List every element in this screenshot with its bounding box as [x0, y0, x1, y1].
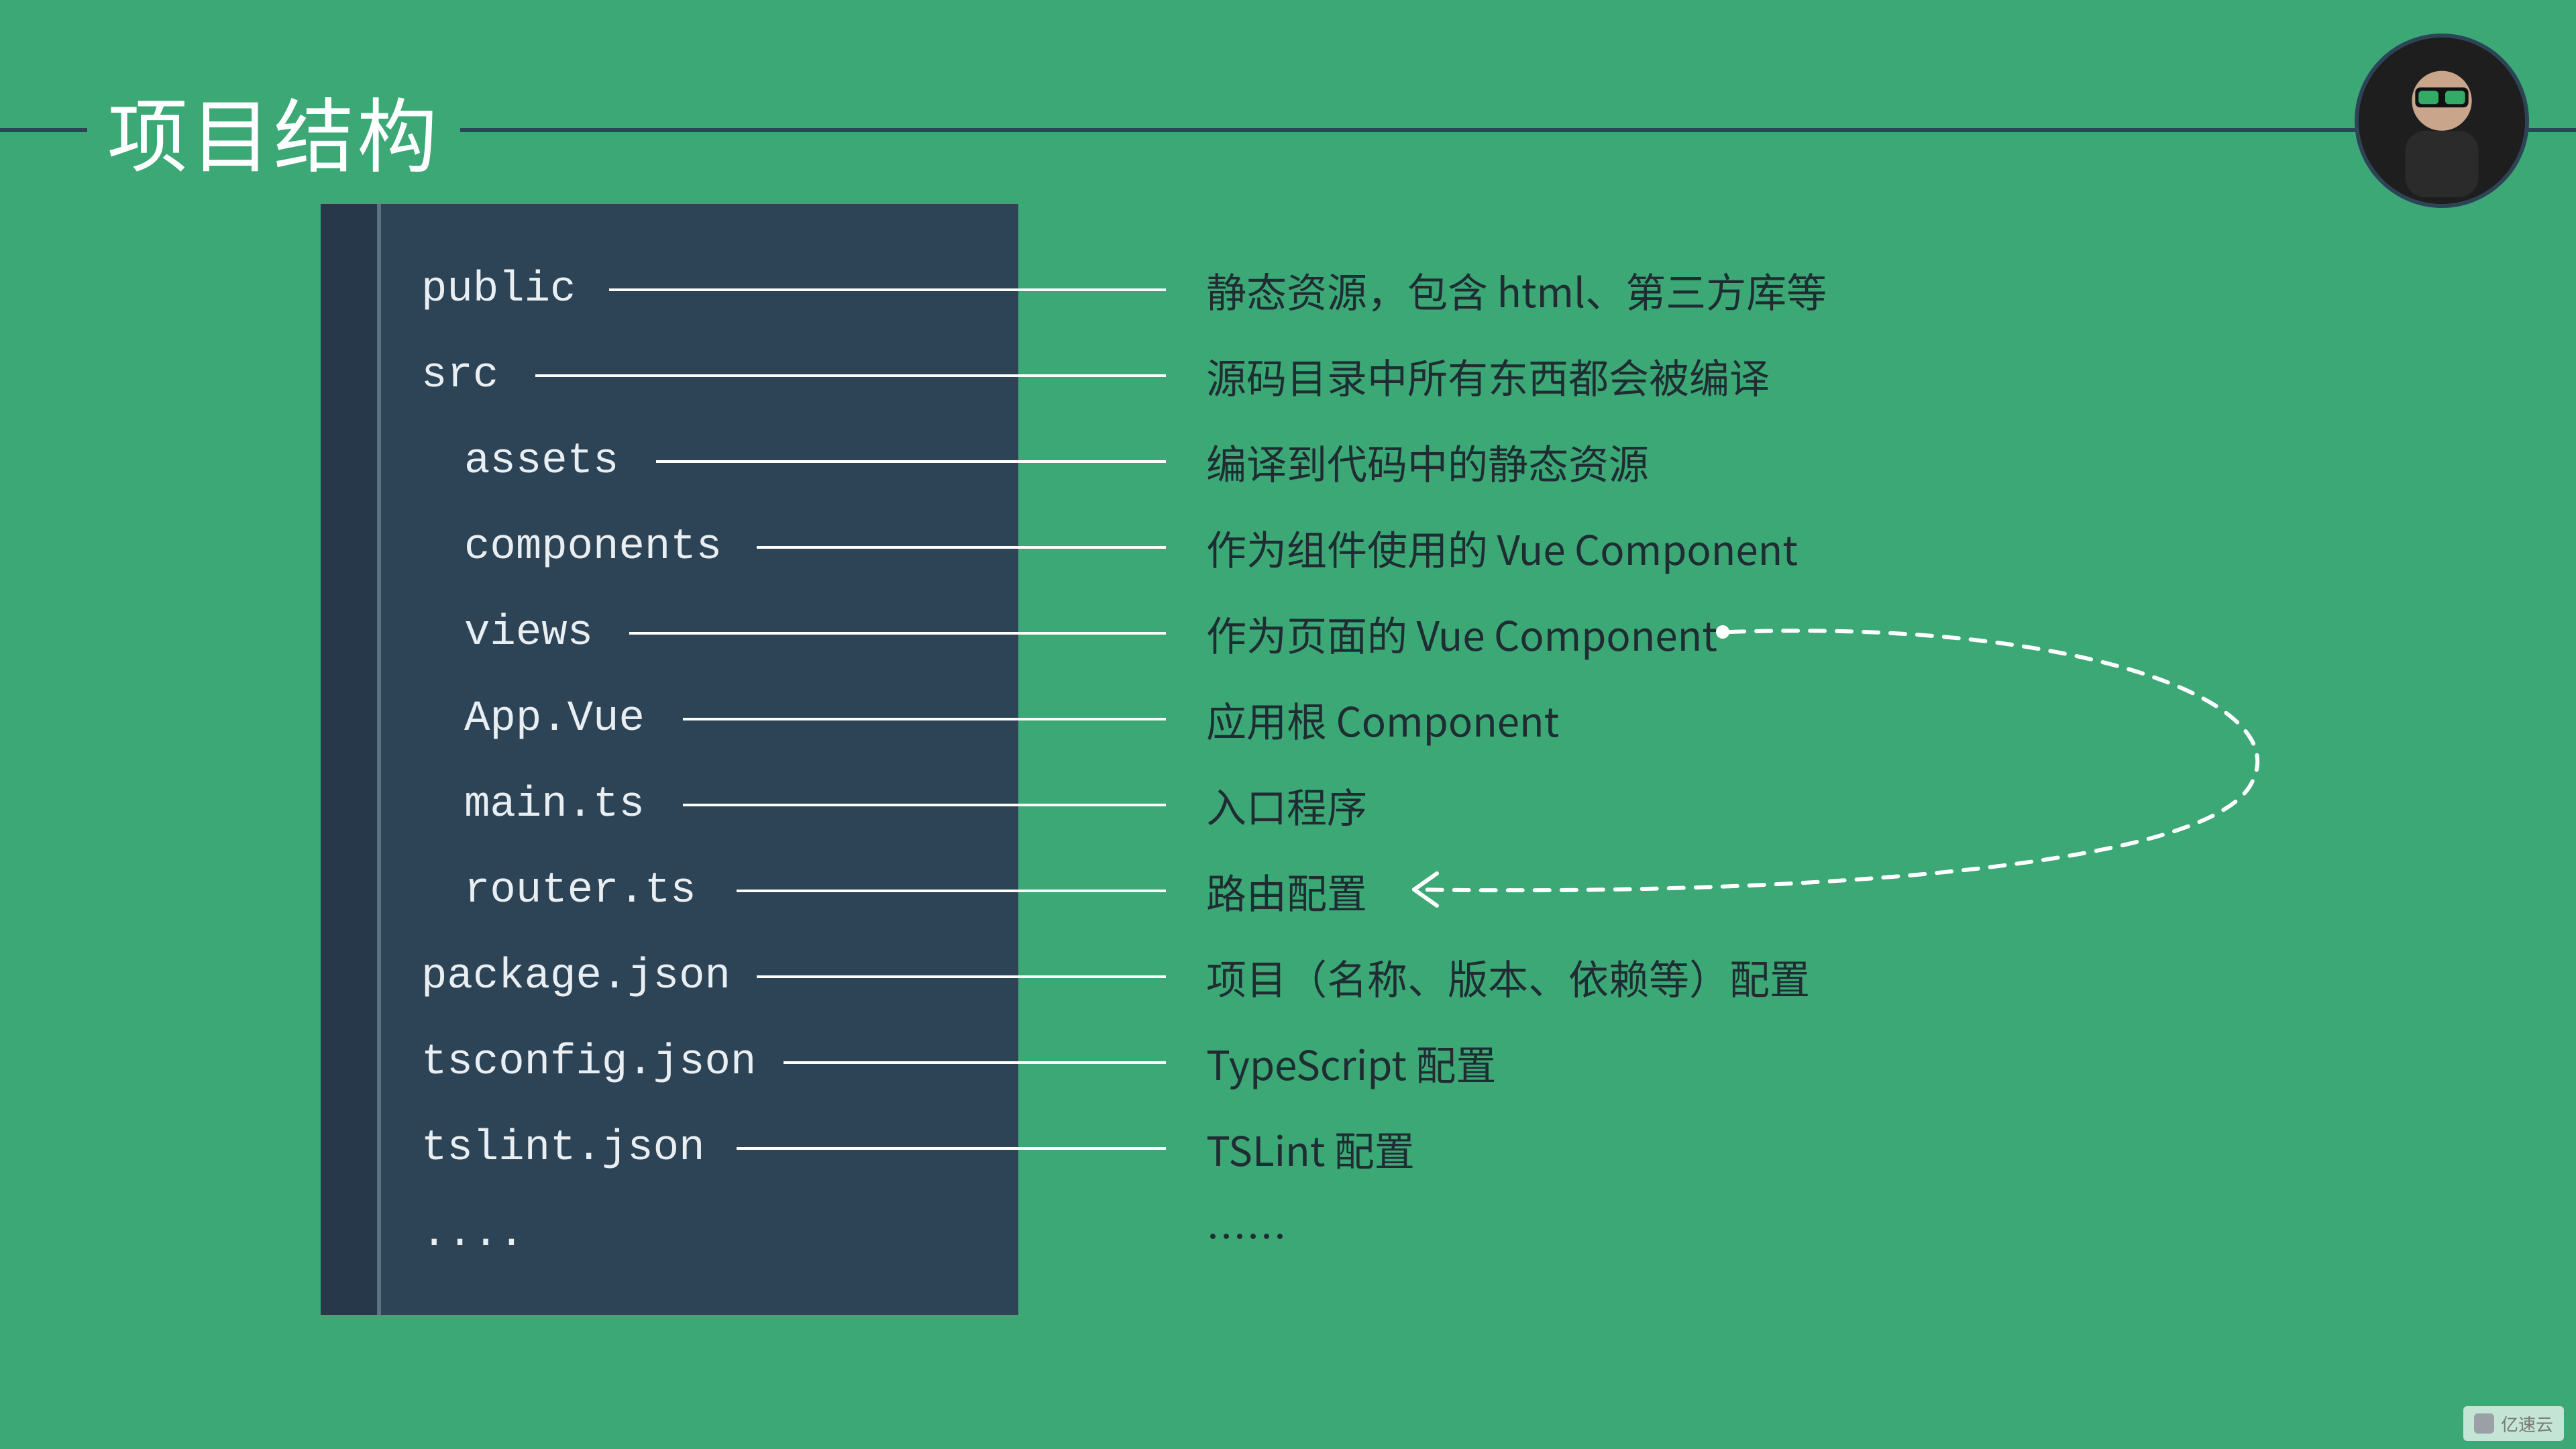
connector-line [656, 460, 1166, 463]
file-name: assets [321, 437, 619, 486]
file-name: App.Vue [321, 695, 645, 743]
file-name: public [321, 266, 576, 314]
file-desc: …… [1206, 1205, 1287, 1264]
file-name: tsconfig.json [321, 1038, 756, 1087]
file-name: package.json [321, 953, 731, 1001]
connector-line [609, 288, 1166, 291]
connector-line [737, 1147, 1166, 1150]
watermark-logo-icon [2474, 1413, 2494, 1434]
structure-row: src 源码目录中所有东西都会被编译 [321, 333, 2266, 419]
structure-row: package.json 项目（名称、版本、依赖等）配置 [321, 934, 2266, 1020]
structure-row: public 静态资源，包含 html、第三方库等 [321, 247, 2266, 333]
structure-row: .... …… [321, 1191, 2266, 1277]
file-desc: 作为页面的 Vue Component [1206, 604, 1717, 663]
file-desc: 源码目录中所有东西都会被编译 [1206, 347, 1770, 405]
file-name: views [321, 609, 593, 657]
watermark-badge: 亿速云 [2463, 1406, 2564, 1441]
rule-right [460, 128, 2576, 132]
structure-row: router.ts 路由配置 [321, 848, 2266, 934]
structure-row: App.Vue 应用根 Component [321, 676, 2266, 762]
file-name: .... [321, 1210, 525, 1258]
structure-row: views 作为页面的 Vue Component [321, 590, 2266, 676]
file-desc: 编译到代码中的静态资源 [1206, 433, 1649, 491]
structure-row: components 作为组件使用的 Vue Component [321, 504, 2266, 590]
title-bar: 项目结构 [0, 90, 2576, 170]
file-desc: 入口程序 [1206, 776, 1367, 835]
file-name: src [321, 352, 498, 400]
file-desc: 项目（名称、版本、依赖等）配置 [1206, 948, 1810, 1006]
connector-line [683, 804, 1166, 806]
file-desc: TSLint 配置 [1206, 1120, 1415, 1178]
structure-row: tslint.json TSLint 配置 [321, 1106, 2266, 1191]
structure-row: tsconfig.json TypeScript 配置 [321, 1020, 2266, 1106]
connector-line [737, 890, 1166, 892]
slide-title: 项目结构 [87, 90, 460, 170]
file-name: main.ts [321, 781, 645, 829]
presenter-avatar [2355, 34, 2529, 208]
file-name: router.ts [321, 867, 696, 915]
file-desc: 应用根 Component [1206, 690, 1559, 749]
rule-left [0, 128, 87, 132]
file-desc: TypeScript 配置 [1206, 1034, 1496, 1092]
structure-row: main.ts 入口程序 [321, 762, 2266, 848]
file-desc: 静态资源，包含 html、第三方库等 [1206, 261, 1827, 319]
connector-line [629, 632, 1166, 635]
connector-line [757, 546, 1166, 549]
file-name: components [321, 523, 722, 572]
connector-line [683, 718, 1166, 720]
connector-line [784, 1061, 1166, 1064]
file-desc: 路由配置 [1206, 862, 1367, 920]
structure-row: assets 编译到代码中的静态资源 [321, 419, 2266, 504]
avatar-placeholder-icon [2359, 38, 2525, 204]
file-desc: 作为组件使用的 Vue Component [1206, 519, 1798, 577]
connector-line [757, 975, 1166, 978]
watermark-text: 亿速云 [2501, 1411, 2553, 1436]
connector-line [535, 374, 1166, 377]
file-name: tslint.json [321, 1124, 704, 1173]
